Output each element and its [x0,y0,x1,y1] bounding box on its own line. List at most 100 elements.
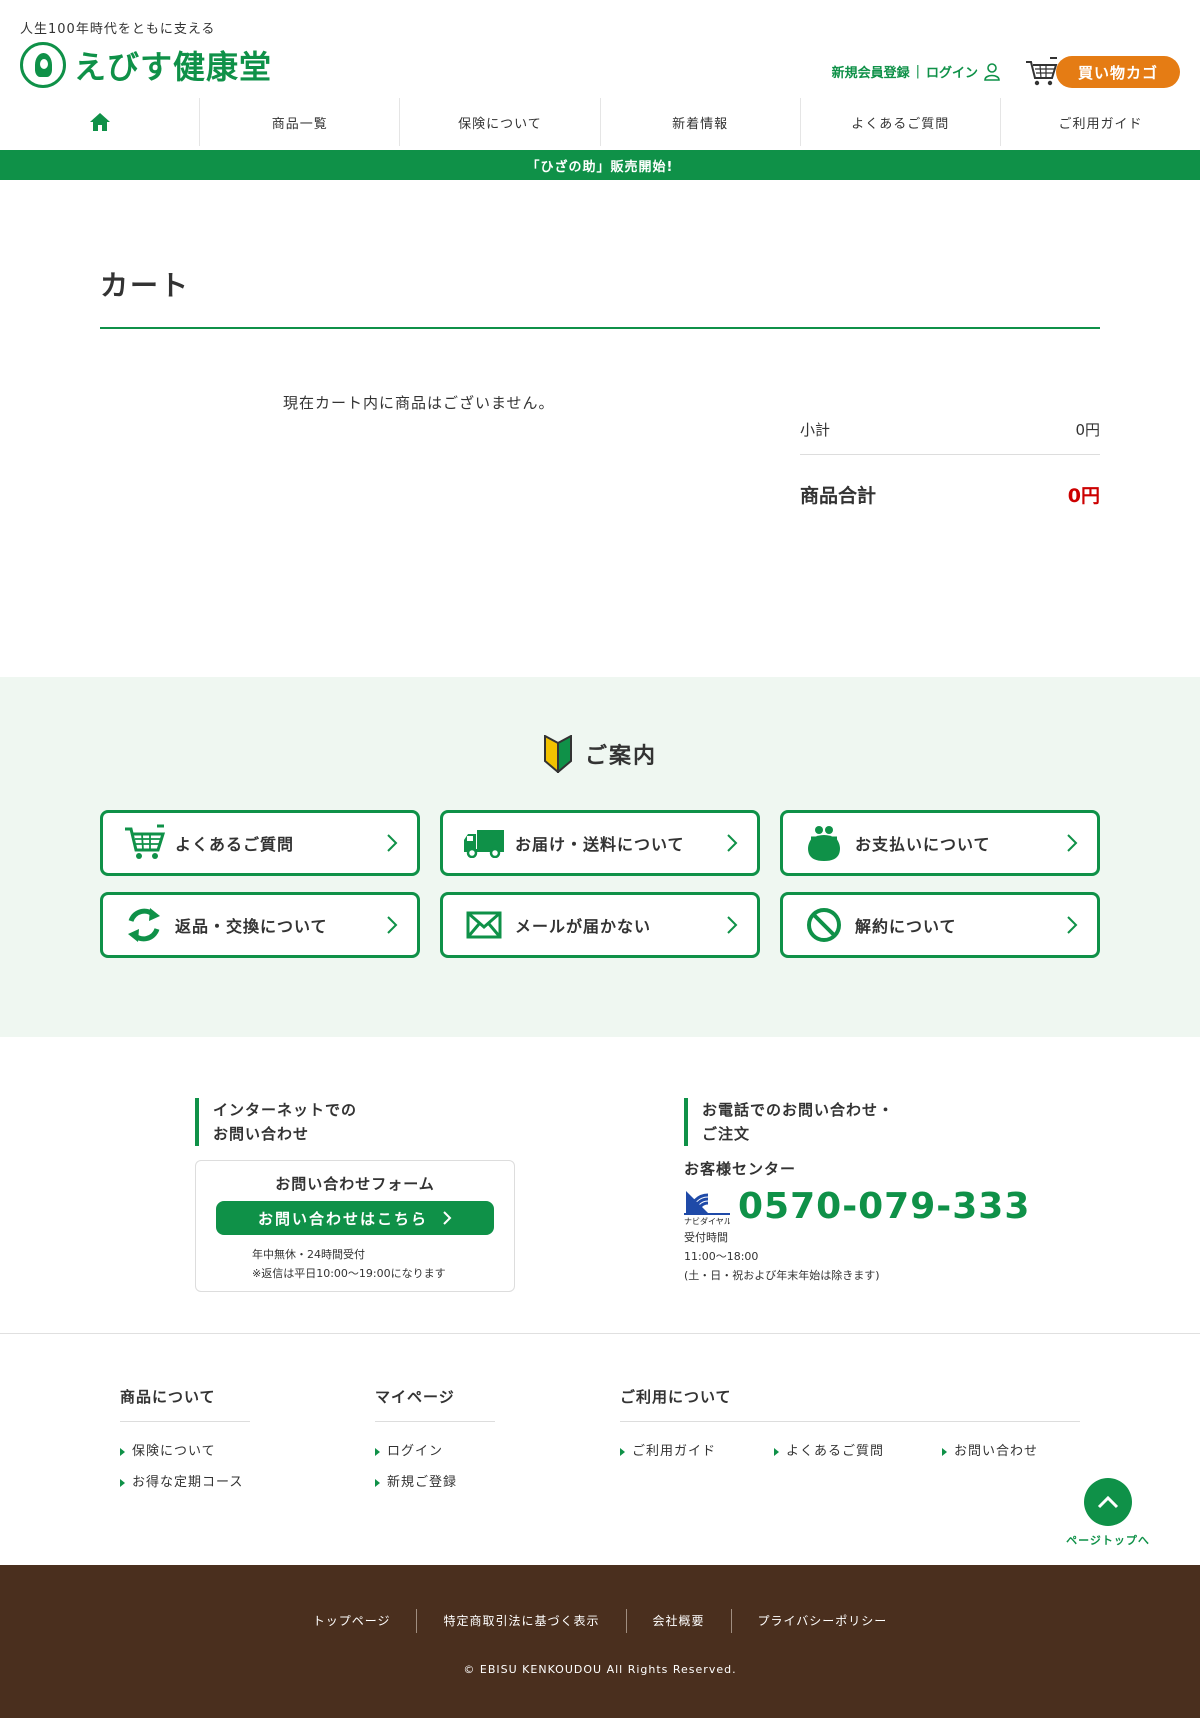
nav-guide[interactable]: ご利用ガイド [999,98,1200,146]
cart-button[interactable]: 買い物カゴ [1056,56,1180,88]
footer-col-usage: ご利用について ご利用ガイド よくあるご質問 お問い合わせ [620,1386,1080,1467]
hours-time: 11:00〜18:00 [684,1250,759,1263]
contact-form-button[interactable]: お問い合わせはこちら [216,1201,494,1235]
navi-dial-logo-icon: ナビダイヤル [684,1188,732,1226]
subtotal-label: 小計 [800,421,831,439]
chevron-right-icon [443,1211,452,1225]
internet-contact-heading: インターネットでの お問い合わせ [195,1098,357,1146]
page-top-label: ページトップへ [1066,1534,1150,1547]
footer-link-register[interactable]: 新規ご登録 [375,1475,457,1490]
chevron-up-icon [1084,1478,1132,1526]
guide-delivery-button[interactable]: お届け・送料について [440,810,760,876]
footer-link-faq[interactable]: よくあるご質問 [774,1436,884,1467]
guide-button-label: お支払いについて [855,835,991,854]
guide-buttons: よくあるご質問 お届け・送料について お支払いについて 返品・交換について メー… [100,810,1100,958]
form-note-line1: 年中無休・24時間受付 [252,1248,365,1261]
page-title: カート [100,269,191,302]
page-top-button[interactable]: ページトップへ [1062,1478,1154,1548]
chevron-right-icon [387,834,398,852]
chevron-right-icon [1067,916,1078,934]
phone-heading-line2: ご注文 [702,1125,751,1143]
chevron-right-icon [727,916,738,934]
account-links: 新規会員登録 | ログイン [832,62,1000,81]
phone-heading-line1: お電話でのお問い合わせ・ [702,1101,895,1119]
phone-number-link[interactable]: 0570-079-333 [738,1186,1030,1227]
guide-heading: ご案内 [0,735,1200,773]
guide-mail-button[interactable]: メールが届かない [440,892,760,958]
footer-link-subscription[interactable]: お得な定期コース [120,1475,243,1490]
nav-faq[interactable]: よくあるご質問 [799,98,1000,146]
footer-col-title: 商品について [120,1386,250,1422]
footer-col-title: ご利用について [620,1386,1080,1422]
nav-products[interactable]: 商品一覧 [199,98,399,146]
internet-heading-line2: お問い合わせ [213,1125,310,1143]
total-value: 0円 [1067,484,1100,507]
chevron-right-icon [1067,834,1078,852]
nav-news[interactable]: 新着情報 [599,98,800,146]
footer-col-products: 商品について 保険について お得な定期コース [120,1386,250,1498]
home-icon [89,113,110,131]
user-icon[interactable] [984,62,1000,81]
contact-form-note: 年中無休・24時間受付 ※返信は平日10:00〜19:00になります [252,1245,446,1283]
subtotal-row: 小計 0円 [800,405,1100,455]
guide-button-label: 解約について [855,917,957,936]
cart-summary: 小計 0円 商品合計 0円 [800,405,1100,533]
contact-form-title: お問い合わせフォーム [275,1175,435,1193]
svg-text:ナビダイヤル: ナビダイヤル [684,1216,730,1225]
phone-number-row: ナビダイヤル 0570-079-333 [684,1186,1030,1227]
guide-button-label: よくあるご質問 [175,835,295,854]
form-note-line2: ※返信は平日10:00〜19:00になります [252,1267,446,1280]
guide-payment-button[interactable]: お支払いについて [780,810,1100,876]
footer-bottom-bar: トップページ 特定商取引法に基づく表示 会社概要 プライバシーポリシー © EB… [0,1565,1200,1718]
cart-empty-message: 現在カート内に商品はございません。 [283,394,555,412]
chevron-right-icon [387,916,398,934]
register-link[interactable]: 新規会員登録 [832,62,910,81]
footer-link-guide[interactable]: ご利用ガイド [620,1436,716,1467]
global-nav: 商品一覧 保険について 新着情報 よくあるご質問 ご利用ガイド [0,98,1200,146]
prohibited-icon [803,904,845,946]
login-link[interactable]: ログイン [926,62,978,81]
footer-col-title: マイページ [375,1386,495,1422]
bottom-link-top[interactable]: トップページ [287,1609,417,1633]
contact-form-card: お問い合わせフォーム お問い合わせはこちら 年中無休・24時間受付 ※返信は平日… [195,1160,515,1292]
cart-icon[interactable] [1024,56,1058,88]
subtotal-value: 0円 [1075,421,1100,439]
total-label: 商品合計 [800,484,877,507]
footer-link-login[interactable]: ログイン [375,1444,443,1459]
hours-label: 受付時間 [684,1231,728,1244]
logo-mark-icon [20,42,66,88]
footer-bottom-links: トップページ 特定商取引法に基づく表示 会社概要 プライバシーポリシー [0,1609,1200,1633]
bottom-link-privacy[interactable]: プライバシーポリシー [730,1609,914,1633]
total-row: 商品合計 0円 [800,455,1100,533]
cart-icon [123,822,165,864]
beginner-mark-icon [543,735,572,773]
nav-home[interactable] [0,98,199,146]
guide-cancel-button[interactable]: 解約について [780,892,1100,958]
truck-icon [463,822,505,864]
internet-heading-line1: インターネットでの [213,1101,358,1119]
footer-divider [0,1333,1200,1334]
guide-faq-button[interactable]: よくあるご質問 [100,810,420,876]
guide-button-label: 返品・交換について [175,917,328,936]
guide-heading-text: ご案内 [584,744,657,769]
bottom-link-company[interactable]: 会社概要 [625,1609,731,1633]
guide-button-label: お届け・送料について [515,835,685,854]
title-divider [100,327,1100,329]
bottom-link-tokushoho[interactable]: 特定商取引法に基づく表示 [416,1609,625,1633]
site-tagline: 人生100年時代をともに支える [20,22,216,37]
mail-icon [463,904,505,946]
footer-link-insurance[interactable]: 保険について [120,1444,216,1459]
link-separator: | [915,64,920,79]
nav-insurance[interactable]: 保険について [399,98,599,146]
guide-section: ご案内 よくあるご質問 お届け・送料について お支払いについて 返品・交換につい… [0,677,1200,1037]
footer-col-mypage: マイページ ログイン 新規ご登録 [375,1386,495,1498]
copyright: © EBISU KENKOUDOU All Rights Reserved. [463,1663,737,1676]
footer-link-contact[interactable]: お問い合わせ [942,1436,1038,1467]
chevron-right-icon [727,834,738,852]
hours-note: (土・日・祝および年末年始は除きます) [684,1269,880,1282]
customer-center-label: お客様センター [684,1160,797,1178]
guide-return-button[interactable]: 返品・交換について [100,892,420,958]
announcement-banner[interactable]: 「ひざの助」販売開始! [0,150,1200,180]
contact-form-button-label: お問い合わせはこちら [257,1209,428,1228]
site-logo[interactable]: えびす健康堂 [20,42,272,88]
